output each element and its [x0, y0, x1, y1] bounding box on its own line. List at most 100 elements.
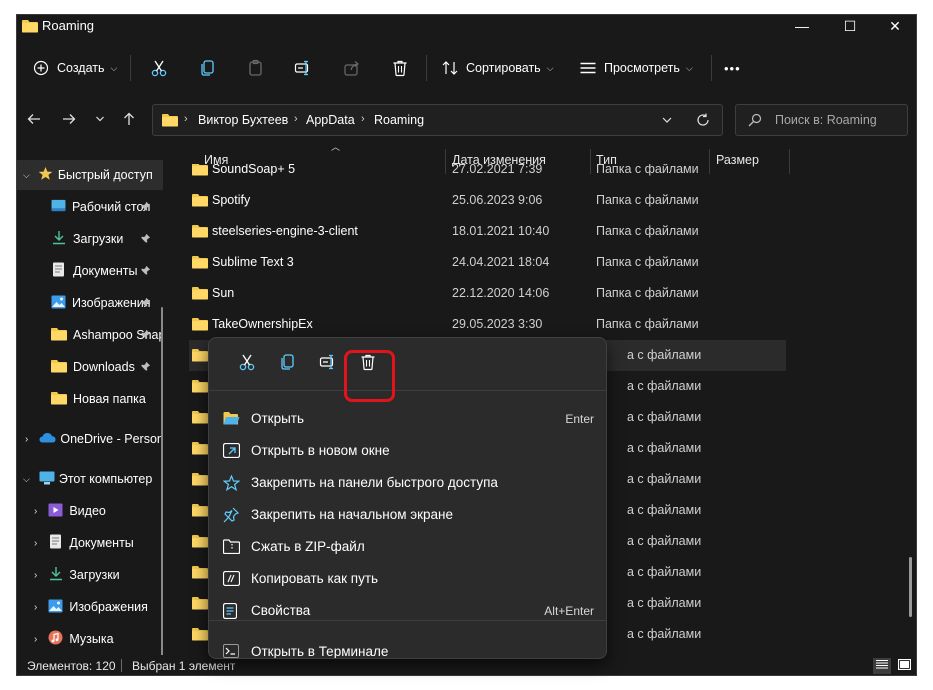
ctx-copy-path[interactable]: Копировать как путь — [213, 563, 602, 595]
minimize-button[interactable]: — — [779, 15, 825, 37]
ctx-cut-button[interactable] — [231, 350, 263, 376]
ctx-open-new-window[interactable]: Открыть в новом окне — [213, 435, 602, 467]
sidebar-item-this-pc[interactable]: ⌵ Этот компьютер — [17, 464, 163, 494]
ctx-properties[interactable]: Свойства Alt+Enter — [213, 595, 602, 627]
rename-icon — [319, 353, 337, 374]
sidebar-item-music[interactable]: › Музыка — [17, 624, 163, 654]
sidebar-item-images-pinned[interactable]: Изображения — [17, 288, 163, 318]
sidebar-item-label: Видео — [69, 504, 106, 518]
file-name: steelseries-engine-3-client — [212, 224, 358, 238]
file-type: а с файлами — [627, 503, 702, 517]
folder-icon — [192, 627, 208, 644]
star-outline-icon — [222, 474, 241, 494]
chevron-right-icon[interactable]: › — [34, 570, 37, 581]
sidebar-item-label: Загрузки — [69, 568, 120, 582]
tiles-view-icon — [897, 658, 911, 673]
sidebar-item-ashampoo[interactable]: Ashampoo Snap — [17, 320, 163, 350]
sidebar-item-images[interactable]: › Изображения — [17, 592, 163, 622]
ctx-pin-quick-access[interactable]: Закрепить на панели быстрого доступа — [213, 467, 602, 499]
close-button[interactable]: ✕ — [872, 15, 916, 37]
paste-button[interactable] — [247, 53, 265, 83]
arrow-up-icon — [122, 112, 136, 129]
terminal-icon — [223, 644, 239, 658]
list-scrollbar[interactable] — [909, 557, 912, 617]
trash-icon — [391, 59, 409, 77]
sidebar-item-documents[interactable]: › Документы — [17, 528, 163, 558]
chevron-right-icon[interactable]: › — [34, 602, 37, 613]
table-row[interactable]: steelseries-engine-3-client 18.01.2021 10… — [189, 216, 786, 247]
rename-button[interactable] — [294, 53, 312, 83]
new-button[interactable]: Создать ⌵ — [33, 53, 117, 83]
table-row[interactable]: TakeOwnershipEx 29.05.2023 3:30 Папка с фа… — [189, 309, 786, 340]
sidebar-item-label: Изображения — [72, 296, 151, 310]
details-view-icon — [876, 659, 888, 673]
download-icon — [49, 566, 63, 584]
search-input[interactable]: Поиск в: Roaming — [735, 104, 908, 136]
ctx-label: Копировать как путь — [251, 571, 379, 586]
share-button[interactable] — [343, 53, 361, 83]
breadcrumb-appdata[interactable]: AppData — [306, 113, 355, 127]
sidebar-item-onedrive[interactable]: › OneDrive - Personal — [17, 424, 163, 454]
ctx-rename-button[interactable] — [312, 350, 344, 376]
divider — [426, 55, 427, 81]
table-row[interactable]: Spotify 25.06.2023 9:06 Папка с файлами — [189, 185, 786, 216]
view-button[interactable]: Просмотреть ⌵ — [579, 53, 693, 83]
ctx-compress-zip[interactable]: Сжать в ZIP-файл — [213, 531, 602, 563]
sidebar-item-desktop[interactable]: Рабочий стол — [17, 192, 163, 222]
sidebar-item-downloads[interactable]: › Загрузки — [17, 560, 163, 590]
folder-icon — [192, 317, 208, 334]
details-view-button[interactable] — [873, 658, 891, 674]
folder-icon — [192, 193, 208, 210]
chevron-right-icon[interactable]: › — [25, 434, 28, 445]
folder-icon — [22, 19, 38, 36]
table-row[interactable]: Sublime Text 3 24.04.2021 18:04 Папка с фа… — [189, 247, 786, 278]
folder-icon — [192, 534, 208, 551]
sidebar-item-label: Изображения — [69, 600, 148, 614]
sidebar-item-new-folder[interactable]: Новая папка — [17, 384, 163, 414]
rename-icon — [294, 59, 312, 77]
ctx-label: Свойства — [251, 603, 311, 618]
forward-button[interactable] — [58, 109, 80, 131]
up-button[interactable] — [118, 109, 140, 131]
chevron-down-icon[interactable]: ⌵ — [23, 170, 30, 181]
tiles-view-button[interactable] — [896, 658, 912, 674]
arrow-left-icon — [27, 112, 41, 129]
back-button[interactable] — [23, 109, 45, 131]
copy-button[interactable] — [199, 53, 217, 83]
breadcrumb-roaming[interactable]: Roaming — [374, 113, 424, 127]
sidebar-item-videos[interactable]: › Видео — [17, 496, 163, 526]
chevron-right-icon[interactable]: › — [34, 634, 37, 645]
image-icon — [51, 295, 66, 312]
ctx-open[interactable]: Открыть Enter — [213, 403, 602, 435]
ctx-open-terminal[interactable]: Открыть в Терминале — [213, 636, 602, 658]
delete-button[interactable] — [391, 53, 409, 83]
ctx-pin-start[interactable]: Закрепить на начальном экране — [213, 499, 602, 531]
ctx-copy-button[interactable] — [272, 350, 304, 376]
chevron-right-icon[interactable]: › — [34, 538, 37, 549]
breadcrumb-user[interactable]: Виктор Бухтеев — [198, 113, 288, 127]
more-button[interactable]: ••• — [724, 53, 741, 83]
sidebar-item-documents-pinned[interactable]: Документы — [17, 256, 163, 286]
sidebar-item-downloads-folder[interactable]: Downloads — [17, 352, 163, 382]
file-name: SoundSoap+ 5 — [212, 162, 296, 176]
refresh-icon[interactable] — [696, 113, 710, 130]
chevron-down-icon[interactable] — [661, 114, 673, 129]
image-icon — [48, 599, 63, 616]
address-bar[interactable]: › Виктор Бухтеев › AppData › Roaming — [152, 104, 723, 136]
cut-button[interactable] — [150, 53, 168, 83]
file-type: а с файлами — [627, 348, 702, 362]
sidebar-item-quick-access[interactable]: ⌵ Быстрый доступ — [17, 160, 163, 190]
chevron-right-icon[interactable]: › — [34, 506, 37, 517]
chevron-down-icon[interactable]: ⌵ — [23, 474, 30, 485]
maximize-button[interactable]: ☐ — [827, 15, 873, 37]
sidebar-item-downloads-pinned[interactable]: Загрузки — [17, 224, 163, 254]
navigation-row: › Виктор Бухтеев › AppData › Roaming Пои… — [17, 101, 916, 139]
divider — [711, 55, 712, 81]
table-row[interactable]: Sun 22.12.2020 14:06 Папка с файлами — [189, 278, 786, 309]
recent-locations-button[interactable] — [89, 109, 111, 131]
pin-icon — [140, 329, 151, 343]
sort-button[interactable]: Сортировать ⌵ — [441, 53, 554, 83]
cloud-icon — [39, 432, 56, 446]
column-divider[interactable] — [789, 149, 790, 174]
sidebar-scrollbar[interactable] — [161, 307, 163, 655]
